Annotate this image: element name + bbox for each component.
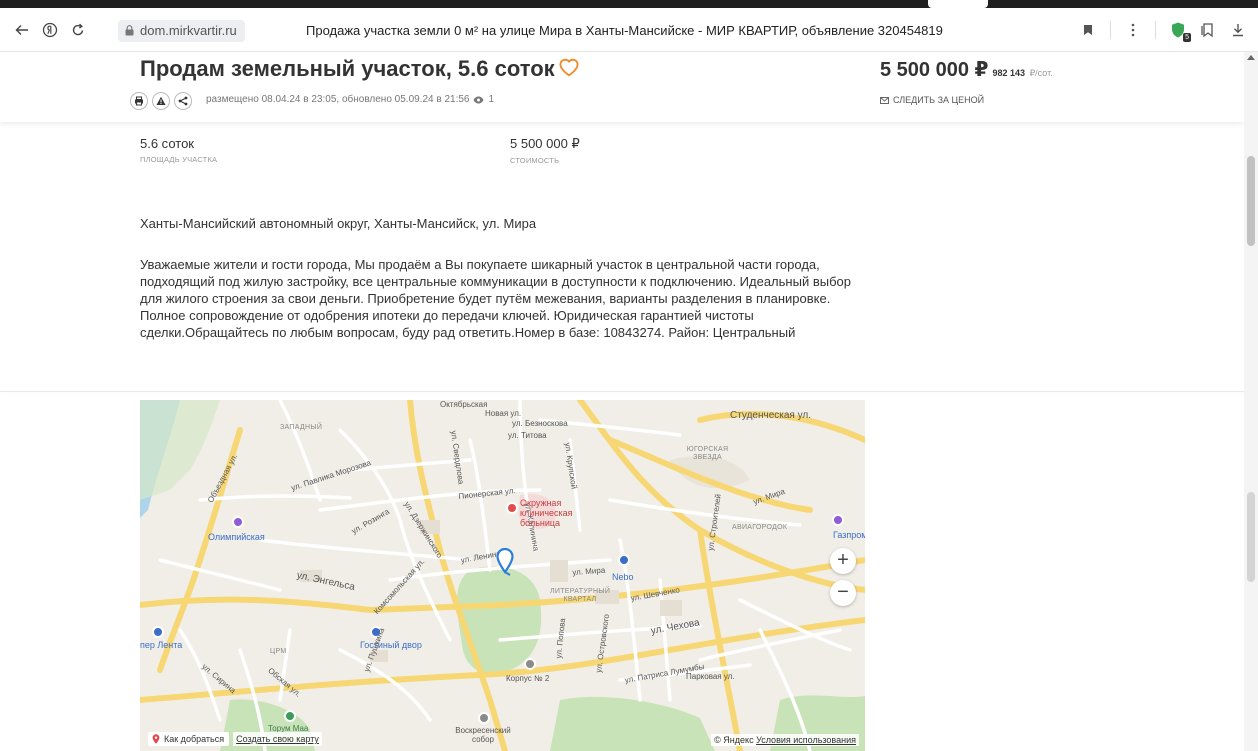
page-content: Продам земельный участок, 5.6 соток разм… bbox=[0, 52, 1244, 751]
print-button[interactable] bbox=[130, 92, 148, 110]
param-cost-label: СТОИМОСТЬ bbox=[510, 156, 560, 165]
store-icon bbox=[152, 626, 164, 638]
window-top-strip bbox=[0, 0, 1258, 8]
map-label-district: АВИАГОРОДОК bbox=[732, 524, 788, 531]
map-label-poi: Корпус № 2 bbox=[506, 674, 550, 683]
map-label-street: Октябрьская bbox=[440, 400, 488, 409]
tab-hint bbox=[928, 0, 988, 8]
menu-dots-icon[interactable] bbox=[1119, 16, 1147, 44]
param-area-label: ПЛОЩАДЬ УЧАСТКА bbox=[140, 155, 218, 164]
price-value: 5 500 000 ₽ bbox=[880, 59, 989, 81]
extension-shield-icon[interactable]: 5 bbox=[1164, 16, 1192, 44]
listing-address: Ханты-Мансийский автономный округ, Ханты… bbox=[140, 216, 537, 231]
separator bbox=[1155, 21, 1156, 39]
map-label-street: Новая ул. bbox=[485, 409, 522, 418]
route-button-label: Как добраться bbox=[164, 734, 225, 744]
zoom-out-button[interactable]: − bbox=[830, 580, 856, 606]
browser-toolbar: dom.mirkvartir.ru Продажа участка земли … bbox=[0, 8, 1258, 52]
param-area-value: 5.6 соток bbox=[140, 136, 194, 151]
param-area: 5.6 соток ПЛОЩАДЬ УЧАСТКА bbox=[140, 136, 217, 164]
section-divider bbox=[0, 391, 1244, 392]
map-copyright: © Яндекс Условия использования bbox=[711, 734, 859, 746]
lock-icon bbox=[125, 25, 134, 36]
map-label-poi: Газпромнеф bbox=[833, 530, 865, 540]
shopping-icon bbox=[618, 554, 630, 566]
envelope-icon bbox=[880, 96, 889, 104]
price-per-unit: 982 143 bbox=[992, 68, 1025, 78]
scroll-thumb[interactable] bbox=[1247, 156, 1255, 246]
yandex-logo-icon[interactable] bbox=[36, 16, 64, 44]
nav-buttons bbox=[8, 16, 92, 44]
map-label-street: ул. Безноскова bbox=[512, 419, 568, 428]
print-icon bbox=[135, 96, 143, 106]
listing-header: Продам земельный участок, 5.6 соток разм… bbox=[0, 52, 1244, 122]
map-label-street: Парковая ул. bbox=[686, 672, 735, 681]
museum-icon bbox=[284, 710, 296, 722]
share-icon bbox=[178, 96, 188, 106]
route-pin-icon bbox=[152, 734, 160, 744]
map-label-poi: Окружная клиническая больница bbox=[520, 498, 573, 528]
location-map[interactable]: ЗАПАДНЫЙ Октябрьская Новая ул. ул. Безно… bbox=[140, 400, 865, 751]
param-cost-value: 5 500 000 ₽ bbox=[510, 136, 580, 151]
views-count: 1 bbox=[488, 94, 495, 105]
report-button[interactable] bbox=[152, 92, 170, 110]
reload-icon[interactable] bbox=[64, 16, 92, 44]
map-label-poi: пер Лента bbox=[140, 640, 183, 650]
domain-text: dom.mirkvartir.ru bbox=[140, 23, 237, 38]
listing-meta: размещено 08.04.24 в 23:05, обновлено 05… bbox=[206, 94, 494, 105]
listing-title: Продам земельный участок, 5.6 соток bbox=[140, 56, 555, 81]
map-footer-left: Как добраться Создать свою карту bbox=[148, 732, 322, 746]
collections-icon[interactable] bbox=[1194, 16, 1222, 44]
church-icon bbox=[478, 712, 490, 724]
map-label-district: ЮГОРСКАЯ ЗВЕЗДА bbox=[686, 446, 729, 461]
share-button[interactable] bbox=[174, 92, 192, 110]
param-cost: 5 500 000 ₽ СТОИМОСТЬ bbox=[510, 136, 580, 165]
map-label-poi: Воскресенский собор bbox=[455, 726, 511, 744]
scroll-thumb-secondary[interactable] bbox=[1247, 492, 1255, 582]
address-page-title[interactable]: Продажа участка земли 0 м² на улице Мира… bbox=[306, 23, 943, 38]
zoom-in-button[interactable]: + bbox=[830, 548, 856, 574]
map-label-street: Студенческая ул. bbox=[730, 410, 812, 421]
download-icon[interactable] bbox=[1224, 16, 1252, 44]
browser-right-tools: 5 bbox=[1074, 16, 1252, 44]
posted-updated-text: размещено 08.04.24 в 23:05, обновлено 05… bbox=[206, 94, 470, 105]
map-label-district: ЗАПАДНЫЙ bbox=[280, 424, 323, 431]
terms-link[interactable]: Условия использования bbox=[756, 735, 856, 745]
follow-price-link[interactable]: СЛЕДИТЬ ЗА ЦЕНОЙ bbox=[880, 95, 984, 105]
hospital-icon bbox=[506, 502, 518, 514]
bookmark-icon[interactable] bbox=[1074, 16, 1102, 44]
price-block: 5 500 000 ₽982 143 ₽/сот. bbox=[880, 57, 1053, 82]
map-label-district: ЦРМ bbox=[270, 648, 287, 655]
map-label-poi: Олимпийская bbox=[208, 532, 265, 542]
map-label-street: ул. Титова bbox=[508, 431, 547, 440]
copyright-text: © Яндекс bbox=[714, 735, 754, 745]
separator bbox=[1110, 21, 1111, 39]
location-pin-icon[interactable] bbox=[496, 548, 514, 576]
extension-badge: 5 bbox=[1183, 33, 1191, 42]
scroll-up-arrow-icon[interactable] bbox=[1247, 55, 1255, 60]
warning-icon bbox=[156, 96, 166, 105]
building-icon bbox=[524, 658, 536, 670]
listing-description: Уважаемые жители и гости города, Мы прод… bbox=[140, 257, 851, 340]
favorite-heart-icon[interactable] bbox=[558, 57, 580, 77]
page-scrollbar[interactable] bbox=[1244, 52, 1258, 751]
back-icon[interactable] bbox=[8, 16, 36, 44]
route-button[interactable]: Как добраться bbox=[148, 732, 230, 746]
gas-station-icon bbox=[832, 514, 844, 526]
stadium-icon bbox=[232, 516, 244, 528]
follow-price-label: СЛЕДИТЬ ЗА ЦЕНОЙ bbox=[893, 95, 985, 105]
map-label-poi: Nebo bbox=[612, 572, 634, 582]
map-label-district: ЛИТЕРАТУРНЫЙ КВАРТАЛ bbox=[550, 588, 611, 603]
eye-icon bbox=[473, 96, 484, 103]
listing-actions bbox=[130, 92, 192, 110]
create-map-link[interactable]: Создать свою карту bbox=[233, 732, 322, 746]
price-per-unit-suffix: ₽/сот. bbox=[1029, 68, 1053, 78]
address-domain[interactable]: dom.mirkvartir.ru bbox=[118, 20, 245, 42]
